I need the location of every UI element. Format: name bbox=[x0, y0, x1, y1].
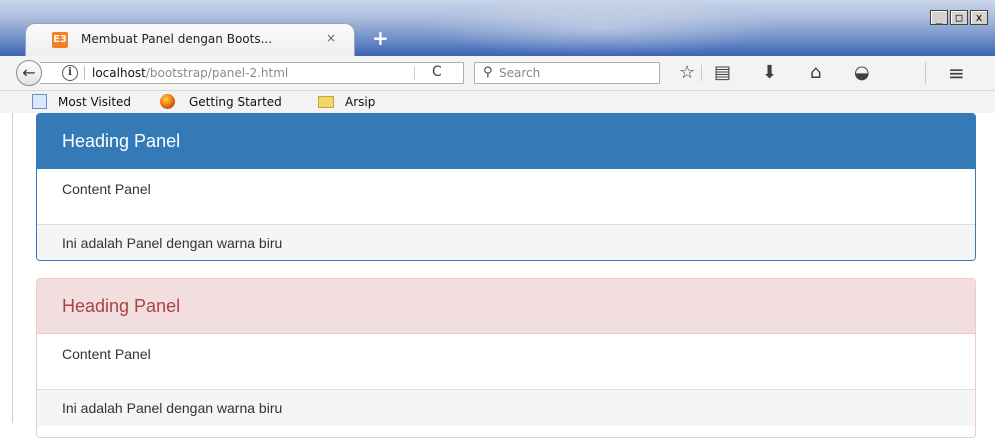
folder-icon bbox=[318, 96, 334, 108]
close-window-button[interactable]: x bbox=[970, 10, 988, 25]
title-bar: E3 Membuat Panel dengan Boots... × + _ □… bbox=[0, 0, 995, 56]
search-bar[interactable]: ⚲ bbox=[474, 62, 660, 84]
panel-footer: Ini adalah Panel dengan warna biru bbox=[37, 224, 975, 260]
tab-title: Membuat Panel dengan Boots... bbox=[81, 32, 273, 46]
download-icon[interactable]: ⬇ bbox=[762, 63, 777, 83]
url-text[interactable]: localhost/bootstrap/panel-2.html bbox=[92, 66, 288, 80]
home-icon[interactable]: ⌂ bbox=[810, 63, 821, 83]
tab-favicon-icon: E3 bbox=[52, 32, 68, 48]
hamburger-menu-icon[interactable]: ≡ bbox=[948, 63, 965, 83]
page-viewport: Heading Panel Content Panel Ini adalah P… bbox=[0, 113, 995, 438]
bookmarks-menu-icon[interactable]: ▤ bbox=[714, 63, 731, 83]
maximize-button[interactable]: □ bbox=[950, 10, 968, 25]
url-path: /bootstrap/panel-2.html bbox=[145, 66, 289, 80]
tab-close-icon[interactable]: × bbox=[326, 31, 336, 45]
url-separator bbox=[84, 66, 85, 80]
panel-danger: Heading Panel Content Panel Ini adalah P… bbox=[36, 278, 976, 438]
bookmark-most-visited[interactable]: Most Visited bbox=[58, 95, 131, 109]
panel-heading: Heading Panel bbox=[37, 279, 975, 334]
search-icon: ⚲ bbox=[483, 65, 493, 80]
new-tab-button[interactable]: + bbox=[372, 28, 389, 48]
panel-body: Content Panel bbox=[37, 169, 975, 224]
toolbar-separator bbox=[701, 65, 702, 81]
bookmark-getting-started[interactable]: Getting Started bbox=[189, 95, 282, 109]
viewport-left-edge bbox=[12, 113, 13, 423]
bookmarks-toolbar: Most Visited Getting Started Arsip bbox=[0, 91, 995, 113]
most-visited-icon bbox=[32, 94, 47, 109]
url-bar[interactable]: i localhost/bootstrap/panel-2.html C bbox=[40, 62, 464, 84]
reload-separator bbox=[414, 66, 415, 80]
browser-tab[interactable]: E3 Membuat Panel dengan Boots... × bbox=[25, 23, 355, 56]
navigation-toolbar: i localhost/bootstrap/panel-2.html C ← ⚲… bbox=[0, 56, 995, 91]
toolbar-separator bbox=[925, 62, 926, 84]
bookmark-arsip[interactable]: Arsip bbox=[345, 95, 375, 109]
panel-primary: Heading Panel Content Panel Ini adalah P… bbox=[36, 113, 976, 261]
back-arrow-icon: ← bbox=[22, 63, 36, 82]
firefox-icon bbox=[160, 94, 175, 109]
bookmark-star-icon[interactable]: ☆ bbox=[679, 63, 695, 83]
back-button[interactable]: ← bbox=[16, 60, 42, 86]
reload-icon[interactable]: C bbox=[432, 64, 442, 80]
panel-body: Content Panel bbox=[37, 334, 975, 389]
url-host: localhost bbox=[92, 66, 146, 80]
panel-footer: Ini adalah Panel dengan warna biru bbox=[37, 389, 975, 426]
panel-heading: Heading Panel bbox=[37, 114, 975, 169]
site-info-icon[interactable]: i bbox=[62, 65, 78, 81]
minimize-button[interactable]: _ bbox=[930, 10, 948, 25]
search-input[interactable] bbox=[499, 64, 649, 82]
pocket-icon[interactable]: ◒ bbox=[854, 63, 870, 83]
title-bar-glow bbox=[420, 0, 780, 56]
